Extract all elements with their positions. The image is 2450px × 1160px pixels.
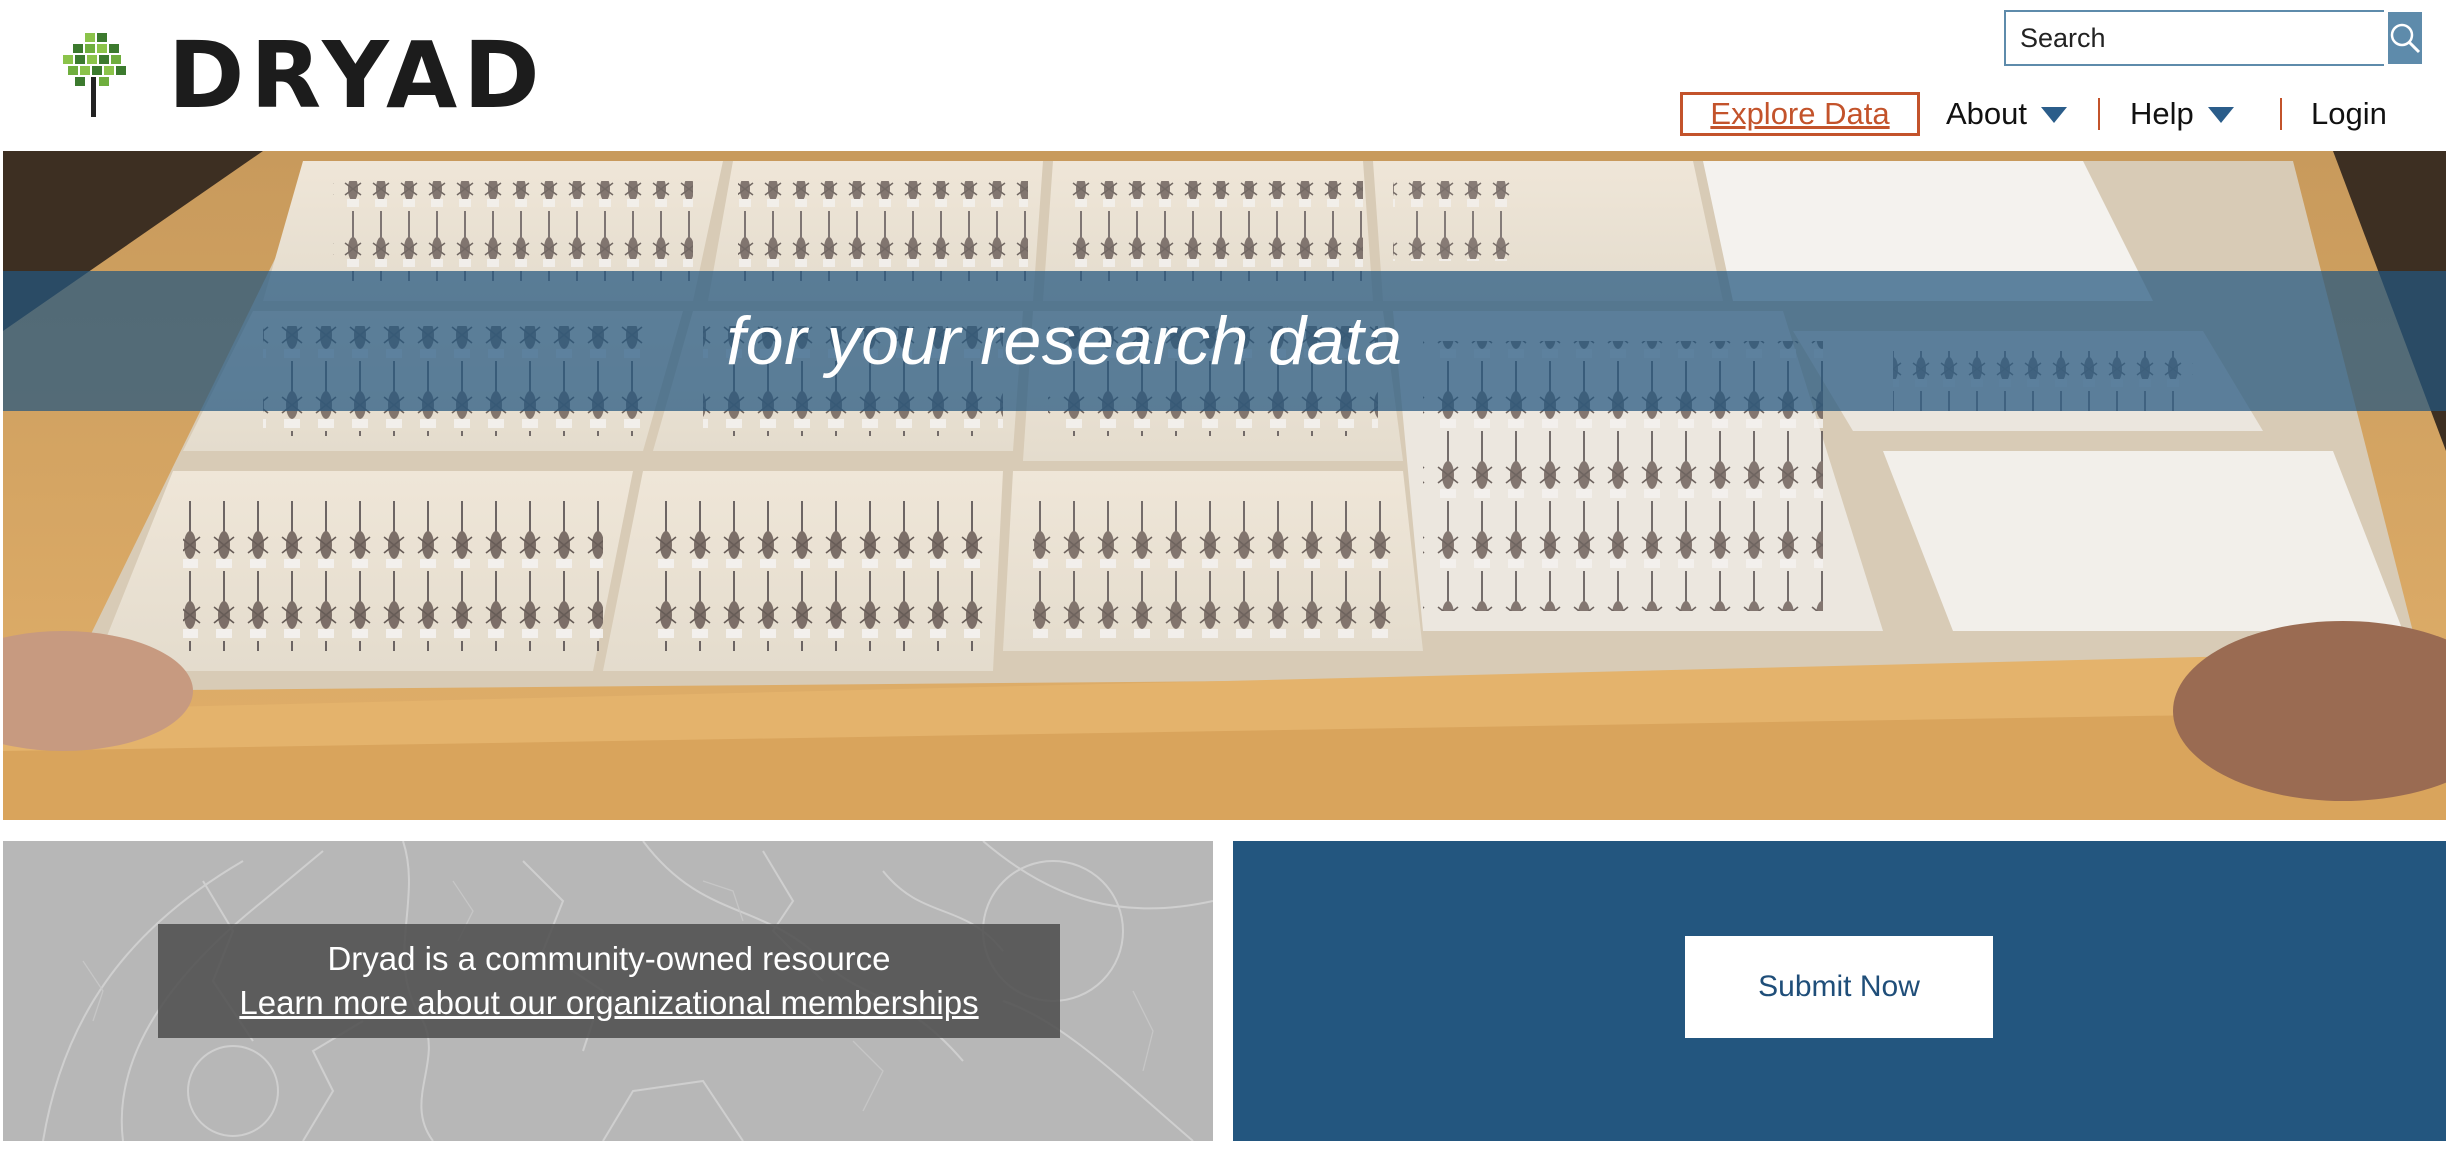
dryad-logo[interactable]: DRYAD	[60, 26, 546, 122]
hero-banner: for your research data	[3, 151, 2446, 820]
nav-separator	[2098, 98, 2100, 130]
hero-tagline-band: for your research data	[3, 271, 2446, 411]
membership-callout: Dryad is a community-owned resource Lear…	[158, 924, 1060, 1038]
membership-panel: Dryad is a community-owned resource Lear…	[3, 841, 1213, 1141]
logo-wordmark: DRYAD	[168, 22, 546, 129]
submit-panel: Submit Now	[1233, 841, 2446, 1141]
nav-about-label: About	[1946, 96, 2028, 131]
nav-help-label: Help	[2130, 96, 2194, 131]
submit-now-button[interactable]: Submit Now	[1685, 936, 1993, 1038]
nav-separator	[2280, 98, 2282, 130]
nav-explore-data[interactable]: Explore Data	[1680, 92, 1920, 136]
membership-text: Dryad is a community-owned resource	[327, 940, 891, 977]
membership-link[interactable]: Learn more about our organizational memb…	[239, 984, 978, 1022]
magnifier-icon	[2390, 23, 2421, 54]
search-input[interactable]	[2006, 12, 2388, 64]
nav-login[interactable]: Login	[2311, 92, 2387, 136]
hero-image	[3, 151, 2446, 820]
caret-down-icon	[2207, 107, 2234, 123]
hero-tagline: for your research data	[726, 303, 1403, 379]
caret-down-icon	[2041, 107, 2068, 123]
nav-about[interactable]: About	[1946, 92, 2068, 136]
tree-icon	[63, 33, 126, 117]
search-button[interactable]	[2388, 12, 2422, 64]
site-header: DRYAD Explore Data About Help Login	[0, 0, 2450, 151]
nav-help[interactable]: Help	[2130, 92, 2234, 136]
main-nav: Explore Data About Help Login	[1678, 92, 2388, 136]
search-form	[2004, 10, 2422, 66]
